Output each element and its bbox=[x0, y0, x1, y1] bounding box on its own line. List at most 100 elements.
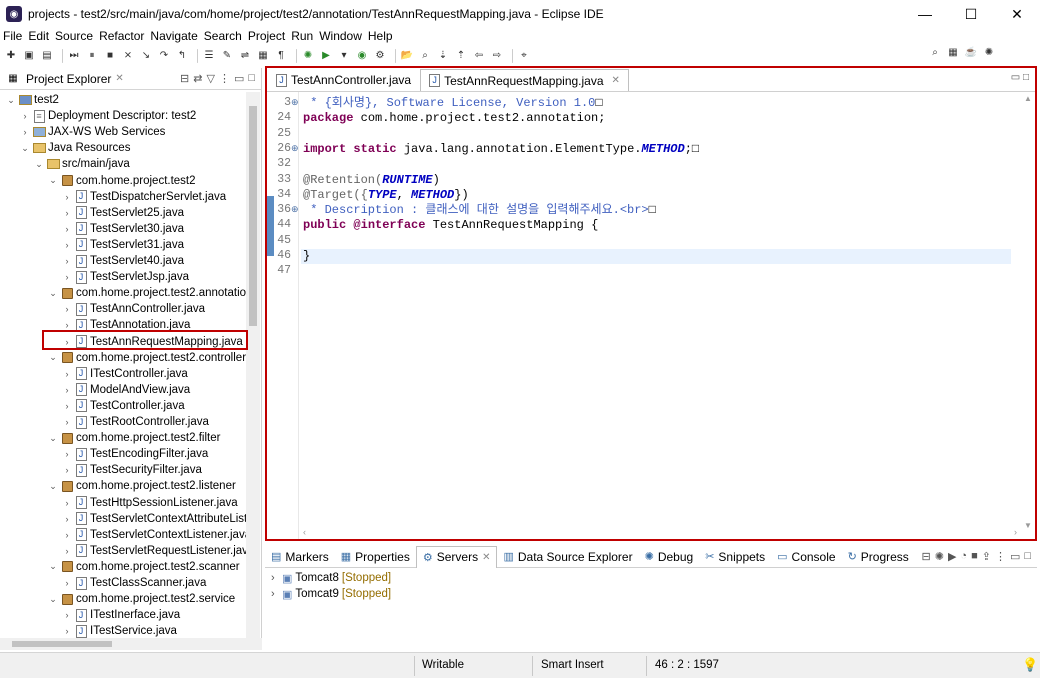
chevron-right-icon[interactable]: › bbox=[62, 417, 72, 427]
scroll-left-icon[interactable]: ‹ bbox=[303, 527, 306, 537]
skip-icon[interactable]: ⏭ bbox=[67, 49, 81, 63]
tree-item[interactable]: › J TestServlet30.java bbox=[62, 221, 184, 237]
chevron-right-icon[interactable]: › bbox=[62, 385, 72, 395]
chevron-down-icon[interactable]: ⌄ bbox=[48, 175, 58, 186]
fold-expand-icon[interactable]: ⊕ bbox=[291, 204, 299, 215]
chevron-right-icon[interactable]: › bbox=[20, 127, 30, 137]
breadcrumb-icon[interactable]: ▦ bbox=[256, 49, 270, 63]
tree-item[interactable]: ⌄ com.home.project.test2.filter bbox=[48, 430, 220, 446]
tree-item[interactable]: › J TestDispatcherServlet.java bbox=[62, 189, 226, 205]
menu-help[interactable]: Help bbox=[365, 28, 396, 44]
editor-vertical-scrollbar[interactable]: ▲ ▼ bbox=[1021, 92, 1035, 532]
tree-item[interactable]: › J TestHttpSessionListener.java bbox=[62, 495, 238, 511]
run-dropdown-icon[interactable]: ▾ bbox=[337, 49, 351, 63]
debug-icon[interactable]: ✺ bbox=[301, 49, 315, 63]
bottom-tab[interactable]: ▥ Data Source Explorer bbox=[497, 546, 638, 568]
tree-item[interactable]: › J TestServletJsp.java bbox=[62, 269, 189, 285]
chevron-right-icon[interactable]: › bbox=[62, 610, 72, 620]
minimize-view-icon[interactable]: ▭ bbox=[234, 72, 244, 85]
word-wrap-icon[interactable]: ⇌ bbox=[238, 49, 252, 63]
minimize-view-icon[interactable]: ▭ bbox=[1011, 72, 1020, 83]
chevron-right-icon[interactable]: › bbox=[62, 514, 72, 524]
bottom-tab[interactable]: ✂ Snippets bbox=[699, 546, 771, 568]
scroll-right-icon[interactable]: › bbox=[1014, 527, 1017, 537]
chevron-right-icon[interactable]: › bbox=[62, 304, 72, 314]
debug-perspective-icon[interactable]: ✺ bbox=[982, 46, 996, 60]
tree-item[interactable]: › J TestServlet31.java bbox=[62, 237, 184, 253]
start-server-icon[interactable]: ▶ bbox=[948, 550, 956, 563]
menu-navigate[interactable]: Navigate bbox=[147, 28, 200, 44]
chevron-right-icon[interactable]: › bbox=[62, 256, 72, 266]
stop-server-icon[interactable]: ■ bbox=[971, 550, 978, 563]
tree-item[interactable]: ⌄ com.home.project.test2.controller bbox=[48, 350, 246, 366]
chevron-down-icon[interactable]: ⌄ bbox=[6, 95, 16, 106]
bottom-tab[interactable]: ▤ Markers bbox=[265, 546, 335, 568]
chevron-right-icon[interactable]: › bbox=[20, 111, 30, 121]
tree-item[interactable]: ⌄ com.home.project.test2.service bbox=[48, 591, 235, 607]
chevron-down-icon[interactable]: ⌄ bbox=[48, 352, 58, 363]
annotation-next-icon[interactable]: ⇣ bbox=[436, 49, 450, 63]
minimize-icon[interactable]: — bbox=[902, 0, 948, 28]
save-icon[interactable]: ▣ bbox=[22, 49, 36, 63]
search-tool-icon[interactable]: ⌕ bbox=[418, 49, 432, 63]
tree-item[interactable]: ⌄ com.home.project.test2.listener bbox=[48, 478, 236, 494]
step-into-icon[interactable]: ↘ bbox=[139, 49, 153, 63]
fold-expand-icon[interactable]: ⊕ bbox=[291, 143, 299, 154]
tree-item[interactable]: › J TestServlet40.java bbox=[62, 253, 184, 269]
chevron-right-icon[interactable]: › bbox=[62, 498, 72, 508]
tree-item[interactable]: ⌄ Java Resources bbox=[20, 140, 130, 156]
java-ee-perspective-icon[interactable]: ☕ bbox=[964, 46, 978, 60]
tree-item[interactable]: › J TestAnnController.java bbox=[62, 301, 205, 317]
chevron-down-icon[interactable]: ⌄ bbox=[20, 143, 30, 154]
chevron-right-icon[interactable]: › bbox=[62, 208, 72, 218]
tree-item[interactable]: › J TestClassScanner.java bbox=[62, 575, 206, 591]
maximize-icon[interactable]: ☐ bbox=[948, 0, 994, 28]
chevron-right-icon[interactable]: › bbox=[62, 626, 72, 636]
bottom-tab[interactable]: ✺ Debug bbox=[639, 546, 700, 568]
chevron-down-icon[interactable]: ⌄ bbox=[48, 288, 58, 299]
close-icon[interactable]: ✕ bbox=[115, 73, 123, 84]
project-explorer-tab[interactable]: ▦ Project Explorer ✕ bbox=[4, 72, 124, 86]
tree-item[interactable]: › JAX-WS Web Services bbox=[20, 124, 166, 140]
chevron-right-icon[interactable]: › bbox=[271, 572, 279, 584]
coverage-icon[interactable]: ◉ bbox=[355, 49, 369, 63]
scroll-thumb[interactable] bbox=[249, 106, 257, 326]
pin-editor-icon[interactable]: ⌖ bbox=[517, 49, 531, 63]
new-icon[interactable]: ✚ bbox=[4, 49, 18, 63]
chevron-down-icon[interactable]: ⌄ bbox=[48, 561, 58, 572]
fold-expand-icon[interactable]: ⊕ bbox=[291, 97, 299, 108]
code-area[interactable]: 3 ⊕ * {회사명}, Software License, Version 1.… bbox=[267, 92, 1035, 532]
open-perspective-icon[interactable]: ▦ bbox=[946, 46, 960, 60]
menu-project[interactable]: Project bbox=[245, 28, 288, 44]
chevron-right-icon[interactable]: › bbox=[62, 578, 72, 588]
tree-item[interactable]: › J TestController.java bbox=[62, 398, 185, 414]
chevron-right-icon[interactable]: › bbox=[62, 224, 72, 234]
chevron-right-icon[interactable]: › bbox=[62, 465, 72, 475]
view-menu-icon[interactable]: ⋮ bbox=[219, 72, 230, 85]
tree-item[interactable]: ⌄ com.home.project.test2.scanner bbox=[48, 559, 239, 575]
view-menu-icon[interactable]: ⋮ bbox=[995, 550, 1006, 563]
tree-item[interactable]: › J ITestInerface.java bbox=[62, 607, 180, 623]
tree-item[interactable]: › J TestRootController.java bbox=[62, 414, 209, 430]
chevron-right-icon[interactable]: › bbox=[62, 401, 72, 411]
maximize-view-icon[interactable]: □ bbox=[1023, 72, 1029, 83]
editor-tab[interactable]: J TestAnnRequestMapping.java ✕ bbox=[420, 69, 629, 91]
tree-item[interactable]: › J TestServlet25.java bbox=[62, 205, 184, 221]
menu-edit[interactable]: Edit bbox=[25, 28, 52, 44]
tree-horizontal-scrollbar[interactable] bbox=[0, 638, 262, 650]
server-item[interactable]: › ▣ Tomcat8 [Stopped] bbox=[271, 570, 391, 586]
menu-file[interactable]: File bbox=[0, 28, 25, 44]
menu-refactor[interactable]: Refactor bbox=[96, 28, 147, 44]
tree-vertical-scrollbar[interactable] bbox=[246, 92, 260, 638]
tree-item[interactable]: › J ITestController.java bbox=[62, 366, 188, 382]
tree-item[interactable]: ⌄ com.home.project.test2.annotation bbox=[48, 285, 246, 301]
run-icon[interactable]: ▶ bbox=[319, 49, 333, 63]
server-item[interactable]: › ▣ Tomcat9 [Stopped] bbox=[271, 586, 391, 602]
suspend-icon[interactable]: ⏸ bbox=[85, 49, 99, 63]
tree-item[interactable]: › J ITestService.java bbox=[62, 623, 177, 638]
tree-item[interactable]: ⌄ test2 bbox=[6, 92, 59, 108]
collapse-icon[interactable]: ⊟ bbox=[922, 550, 931, 563]
chevron-right-icon[interactable]: › bbox=[62, 192, 72, 202]
maximize-view-icon[interactable]: □ bbox=[1024, 550, 1031, 563]
tree-item[interactable]: › J TestServletContextAttributeListe bbox=[62, 511, 246, 527]
